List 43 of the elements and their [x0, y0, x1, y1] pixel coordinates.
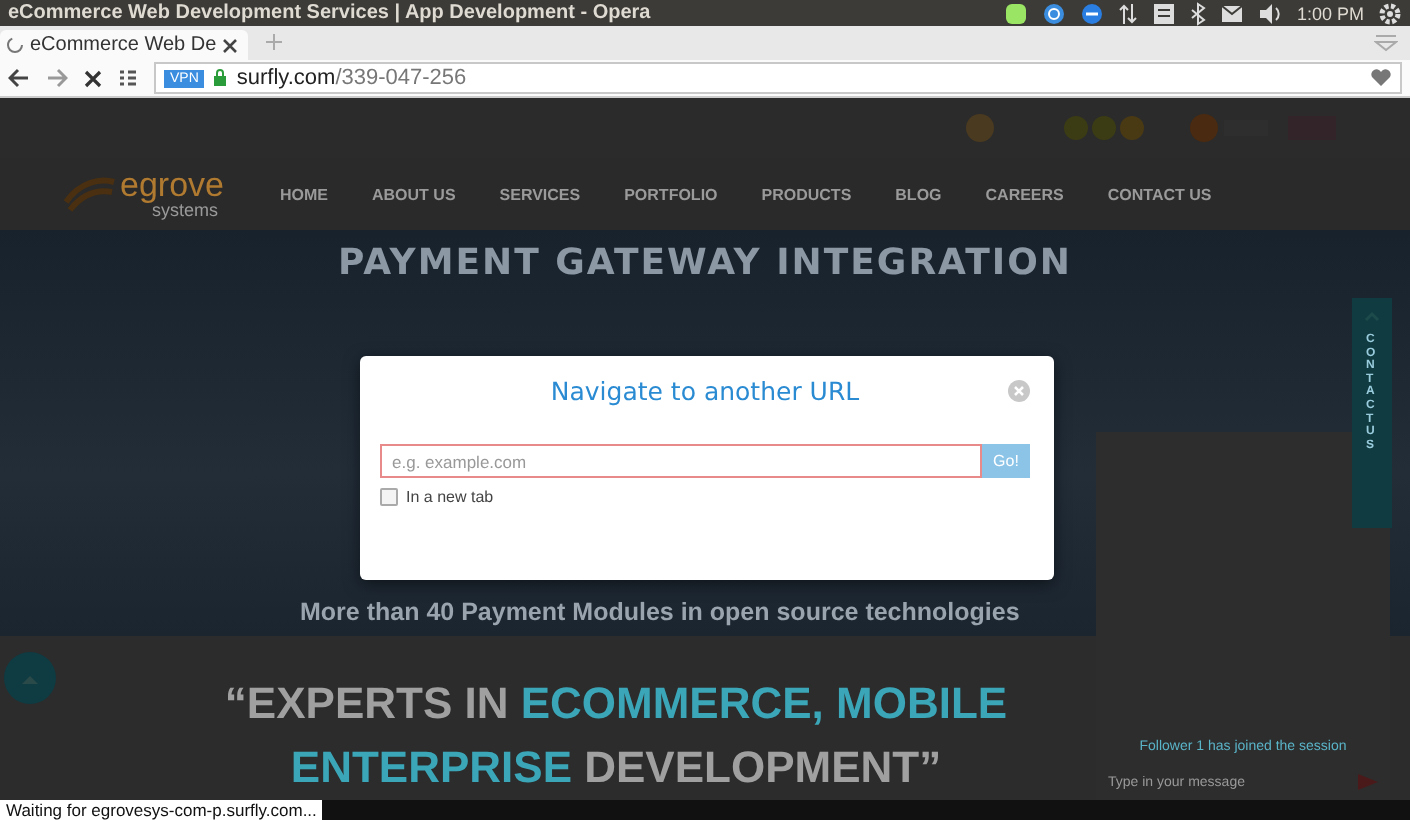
nav-link[interactable]: CAREERS — [985, 185, 1064, 204]
globe-icon[interactable] — [1042, 1, 1067, 25]
tagline-text: ECOMMERCE, MOBILE — [520, 678, 1008, 729]
mail-icon[interactable] — [1220, 3, 1245, 23]
close-icon[interactable] — [222, 37, 239, 53]
url-input[interactable]: e.g. example.com — [380, 444, 982, 478]
nav-link[interactable]: PORTFOLIO — [624, 185, 718, 204]
new-tab-checkbox[interactable] — [380, 488, 398, 506]
window-title: eCommerce Web Development Services | App Development - Opera — [8, 2, 653, 24]
site-logo[interactable]: egrove systems — [64, 168, 280, 221]
loading-spinner-icon — [6, 36, 24, 54]
nav-link[interactable]: SERVICES — [499, 185, 581, 204]
logo-wordmark: egrove — [120, 168, 224, 203]
caret-icon — [22, 673, 38, 684]
tagline-text: ENTERPRISE — [290, 742, 572, 793]
speaker-icon[interactable] — [1258, 1, 1283, 25]
grid-icon[interactable] — [118, 68, 138, 88]
lock-icon — [212, 68, 229, 88]
nav-link[interactable]: HOME — [280, 185, 328, 204]
browser-tab[interactable]: eCommerce Web De — [0, 30, 249, 60]
hero-heading: PAYMENT GATEWAY INTEGRATION — [338, 242, 1072, 285]
status-text: Waiting for egrovesys-com-p.surfly.com... — [0, 800, 323, 820]
dialog-title: Navigate to another URL — [550, 375, 860, 405]
nav-link[interactable]: BLOG — [895, 185, 942, 204]
nav-link[interactable]: ABOUT US — [372, 185, 456, 204]
heart-icon[interactable] — [1370, 68, 1392, 88]
tagline-text: DEVELOPMENT” — [582, 742, 942, 793]
forward-arrow-icon[interactable] — [46, 68, 68, 88]
stop-icon[interactable] — [84, 69, 102, 87]
logo-subtitle: systems — [152, 202, 219, 221]
hero-subheading: More than 40 Payment Modules in open source technologies — [300, 598, 1020, 627]
transfer-arrows-icon[interactable] — [1118, 1, 1139, 25]
tab-label: eCommerce Web De — [30, 34, 217, 56]
nav-link[interactable]: PRODUCTS — [761, 185, 852, 204]
tagline-text: “EXPERTS IN — [224, 678, 511, 729]
checkbox-label: In a new tab — [406, 488, 494, 506]
url-text: surfly.com/339-047-256 — [236, 66, 467, 90]
clock[interactable]: 1:00 PM — [1296, 3, 1364, 23]
nav-link[interactable]: CONTACT US — [1107, 185, 1212, 204]
back-arrow-icon[interactable] — [8, 68, 30, 88]
bluetooth-icon[interactable] — [1190, 1, 1207, 25]
gear-icon[interactable] — [1378, 1, 1402, 25]
swoosh-icon — [64, 174, 116, 215]
